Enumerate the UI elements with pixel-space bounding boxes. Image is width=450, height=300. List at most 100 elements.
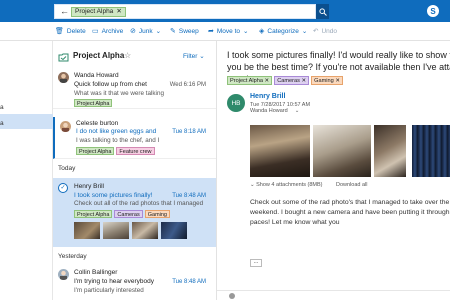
- favorite-star-icon[interactable]: ☆: [124, 51, 131, 60]
- subject: I'm trying to hear everybody: [74, 278, 154, 285]
- sender-name: Collin Ballinger: [74, 269, 118, 276]
- timestamp: Wed 6:16 PM: [169, 82, 206, 88]
- chevron-down-icon[interactable]: ⌄: [295, 108, 300, 114]
- subject: I took some pictures finally!: [74, 192, 153, 199]
- list-item[interactable]: Wanda Howard Quick follow up from chet W…: [53, 69, 216, 109]
- avatar: [60, 121, 71, 132]
- junk-button[interactable]: ⊘ Junk ⌄: [130, 27, 162, 36]
- sender-name[interactable]: Henry Brill: [250, 93, 285, 100]
- folder-item-label[interactable]: a: [0, 104, 4, 111]
- photo-thumbnail[interactable]: [74, 222, 100, 239]
- section-header-yesterday: Yesterday: [58, 253, 87, 260]
- category-tag[interactable]: Project Alpha: [76, 147, 115, 155]
- tag-label: Gaming: [314, 78, 334, 84]
- chevron-down-icon: ⌄: [243, 28, 249, 35]
- recipient-line: Wanda Howard ⌄: [250, 108, 299, 114]
- sender-name: Celeste burton: [76, 120, 119, 127]
- search-box[interactable]: ← Project Alpha ✕: [54, 4, 316, 19]
- folder-item-label[interactable]: a: [0, 120, 4, 127]
- avatar: [58, 72, 69, 83]
- category-tag[interactable]: Project Alpha: [74, 210, 113, 218]
- sweep-button[interactable]: ✎ Sweep: [170, 27, 199, 36]
- show-more-button[interactable]: ...: [250, 259, 262, 267]
- archive-button[interactable]: ▭ Archive: [92, 27, 124, 36]
- sender-name: Wanda Howard: [74, 72, 119, 79]
- category-tag[interactable]: Feature crew: [116, 147, 155, 155]
- folder-move-icon: ➦: [208, 28, 214, 35]
- photo-attachment[interactable]: [313, 125, 371, 177]
- category-tag[interactable]: Gaming: [144, 210, 170, 218]
- preview: I was talking to the chef, and I: [76, 137, 160, 144]
- show-attachments-link[interactable]: Show 4 attachments (8MB): [256, 182, 322, 188]
- chevron-down-icon: ⌄: [155, 28, 162, 35]
- category-tag[interactable]: Cameras ✕: [274, 76, 310, 85]
- tag-row: Project Alpha Cameras Gaming: [74, 210, 172, 218]
- archive-icon: ▭: [92, 28, 99, 35]
- move-to-label: Move to: [216, 27, 240, 35]
- photo-thumbnail[interactable]: [161, 222, 187, 239]
- download-all-link[interactable]: Download all: [336, 182, 368, 188]
- undo-label: Undo: [321, 27, 337, 35]
- list-item[interactable]: Celeste burton I do not like green eggs …: [53, 117, 216, 159]
- checkbox-icon[interactable]: ✓: [58, 183, 68, 193]
- undo-button[interactable]: ↶ Undo: [313, 27, 337, 36]
- category-tag[interactable]: Project Alpha ✕: [227, 76, 273, 85]
- archive-label: Archive: [101, 27, 124, 35]
- list-header: Project Alpha ☆ Filter ⌄: [53, 50, 216, 64]
- folder-icon: [58, 53, 69, 62]
- top-bar: ← Project Alpha ✕ S: [0, 0, 450, 22]
- message-tags: Project Alpha ✕ Cameras ✕ Gaming ✕: [227, 76, 345, 85]
- back-arrow-icon[interactable]: ←: [60, 6, 69, 16]
- preview: I'm particularly interested: [74, 287, 144, 294]
- category-tag[interactable]: Cameras: [114, 210, 143, 218]
- photo-attachment[interactable]: [374, 125, 406, 177]
- categorize-button[interactable]: ◈ Categorize ⌄: [259, 27, 308, 36]
- close-icon[interactable]: ✕: [335, 78, 340, 84]
- move-to-button[interactable]: ➦ Move to ⌄: [208, 27, 249, 36]
- folder-item-selected[interactable]: [0, 114, 53, 129]
- preview: What was it that we were talking: [74, 90, 164, 97]
- trash-icon: 🗑: [55, 28, 64, 35]
- message-body: Check out some of the rad photo's that I…: [250, 199, 450, 226]
- search-filter-chip[interactable]: Project Alpha ✕: [71, 7, 126, 17]
- photo-thumbnail[interactable]: [103, 222, 129, 239]
- reading-pane: I took some pictures finally! I'd would …: [217, 41, 450, 300]
- delete-label: Delete: [66, 27, 86, 35]
- close-icon[interactable]: ✕: [301, 78, 306, 84]
- photo-attachment[interactable]: [250, 125, 310, 177]
- search-chip-label: Project Alpha: [75, 8, 114, 15]
- category-tag[interactable]: Project Alpha: [74, 99, 113, 107]
- command-toolbar: 🗑 Delete ▭ Archive ⊘ Junk ⌄ ✎ Sweep ➦ Move to ⌄…: [0, 22, 450, 41]
- skype-icon[interactable]: S: [427, 5, 439, 17]
- message-list: Project Alpha ☆ Filter ⌄ Wanda Howard Qu…: [53, 41, 217, 300]
- subject: I do not like green eggs and: [76, 128, 157, 135]
- recipient-name[interactable]: Wanda Howard: [250, 108, 288, 114]
- avatar: [58, 269, 69, 280]
- list-item[interactable]: Collin Ballinger I'm trying to hear ever…: [53, 266, 216, 300]
- timestamp: Tue 8:48 AM: [172, 279, 206, 285]
- search-icon: [318, 7, 327, 16]
- chevron-down-icon: ⌄: [301, 28, 308, 35]
- tag-icon: ◈: [259, 28, 265, 35]
- sender-name: Henry Brill: [74, 183, 104, 190]
- photo-thumbnail[interactable]: [132, 222, 158, 239]
- sender-avatar[interactable]: HB: [227, 94, 245, 112]
- attachment-summary: ⌄ Show 4 attachments (8MB) Download all: [250, 182, 368, 188]
- category-tag[interactable]: Gaming ✕: [311, 76, 344, 85]
- folder-pane: a a: [0, 41, 53, 300]
- attachment-thumbnails: [74, 222, 187, 239]
- delete-button[interactable]: 🗑 Delete: [55, 27, 86, 36]
- broom-icon: ✎: [170, 28, 176, 35]
- search-button[interactable]: [316, 4, 329, 19]
- list-item-selected[interactable]: ✓ Henry Brill I took some pictures final…: [53, 178, 216, 247]
- chevron-down-icon: ⌄: [250, 182, 255, 188]
- filter-button[interactable]: Filter ⌄: [183, 52, 205, 60]
- tag-row: Project Alpha Feature crew: [76, 147, 157, 155]
- close-icon[interactable]: ✕: [265, 78, 270, 84]
- chevron-down-icon: ⌄: [199, 53, 205, 60]
- sweep-label: Sweep: [178, 27, 199, 35]
- tag-row: Project Alpha: [74, 99, 114, 107]
- photo-attachment[interactable]: [412, 125, 450, 177]
- avatar: [229, 293, 235, 299]
- close-icon[interactable]: ✕: [116, 8, 121, 16]
